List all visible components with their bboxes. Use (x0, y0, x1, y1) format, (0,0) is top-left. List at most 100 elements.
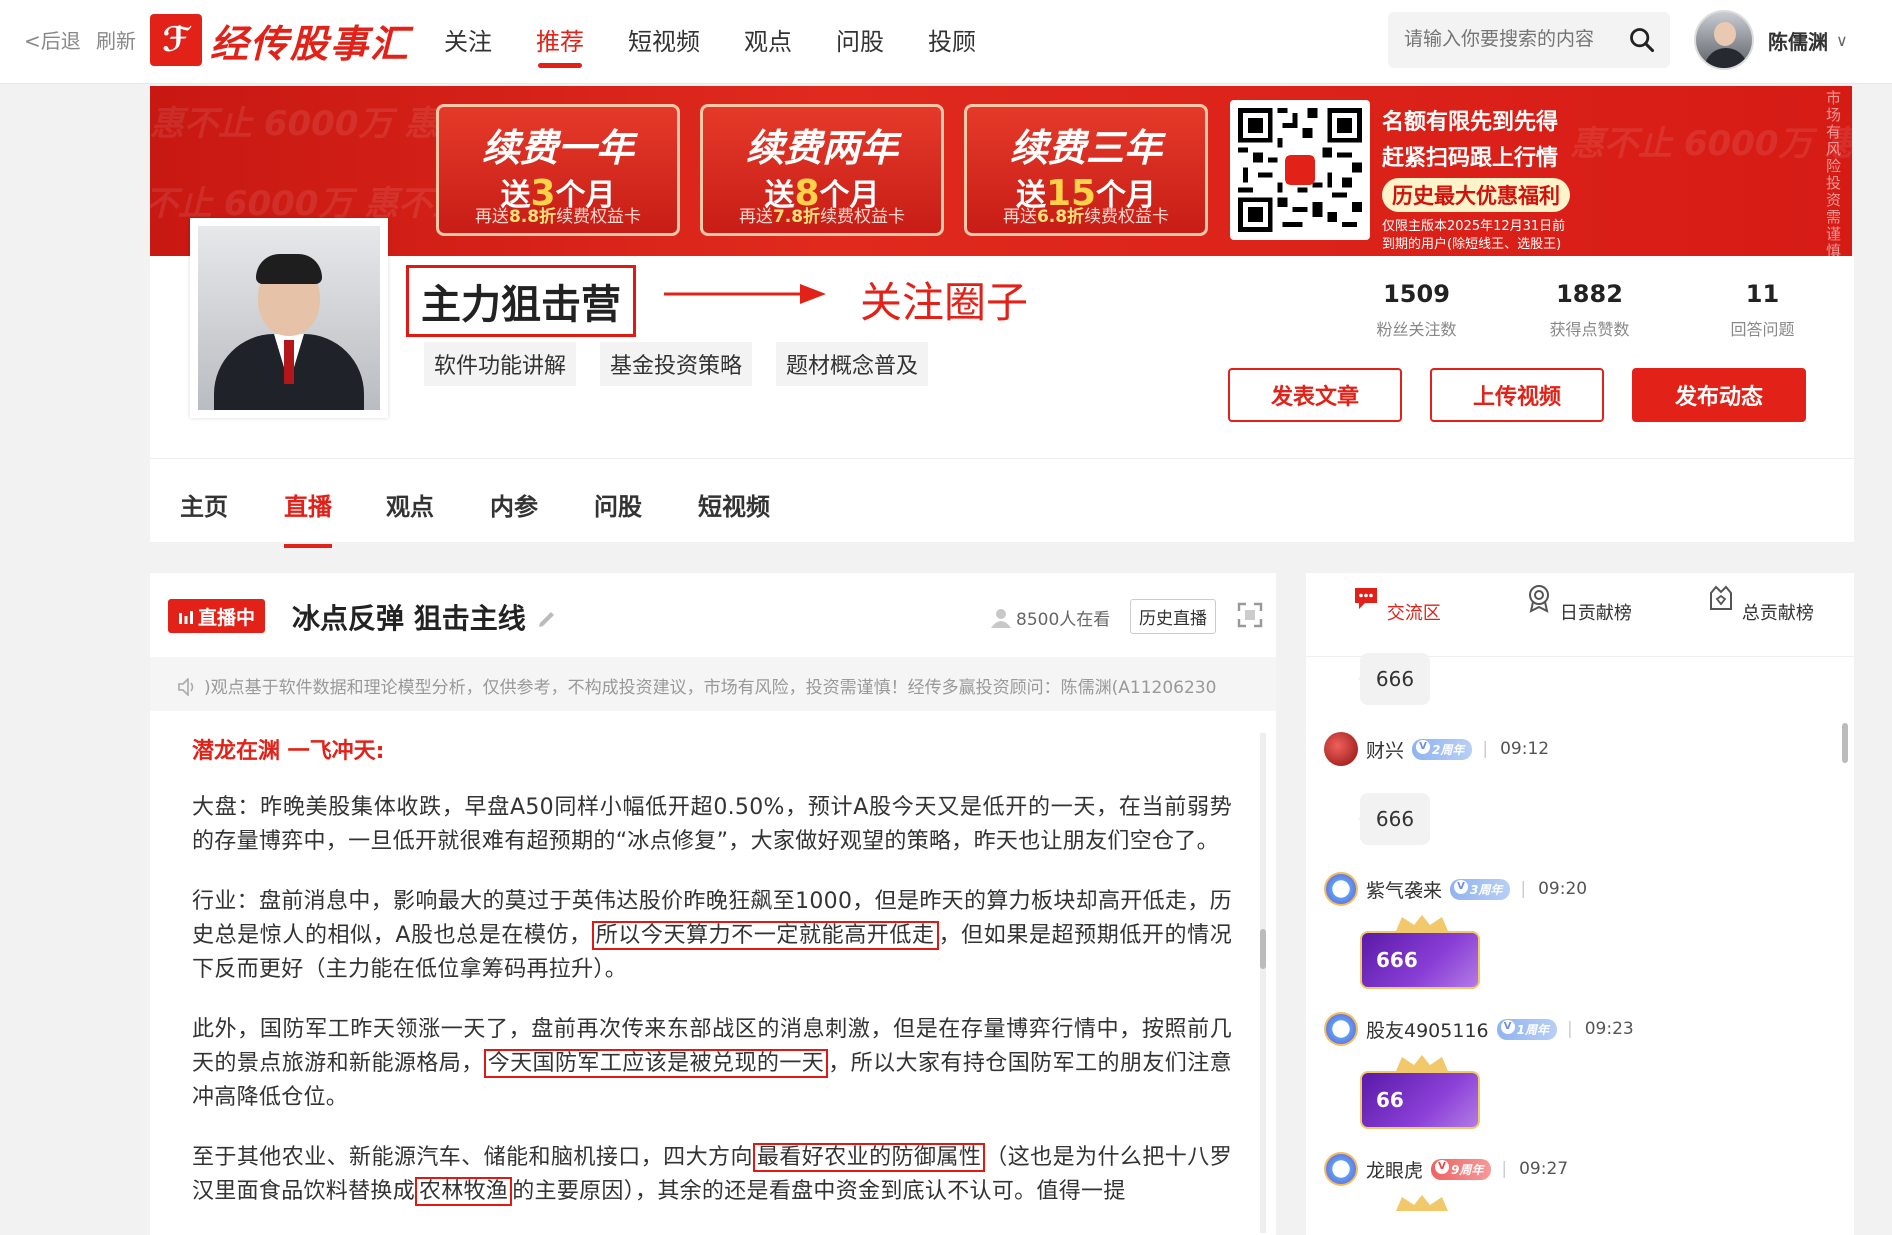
user-avatar[interactable] (1324, 872, 1358, 906)
user-name: 陈儒渊 (1768, 29, 1828, 54)
banner-risk-text: 市场有风险投资需谨慎 (1826, 89, 1842, 257)
extra-pre: 再送 (474, 207, 509, 227)
viewer-count-text: 8500人在看 (1016, 610, 1111, 630)
promo-card-2year[interactable]: 续费两年 送8个月 再送7.8折续费权益卡 (700, 104, 944, 236)
person-icon (991, 609, 1011, 628)
nav-advisor[interactable]: 投顾 (928, 22, 976, 64)
highlight-box: 最看好农业的防御属性 (752, 1143, 986, 1172)
stat-number: 11 (1745, 280, 1780, 308)
chat-message-bubble: 666 (1358, 653, 1430, 705)
stat-label: 粉丝关注数 (1376, 320, 1457, 339)
article-scrollbar[interactable] (1260, 733, 1266, 1233)
profile-tag[interactable]: 基金投资策略 (600, 342, 753, 386)
article-subheading: 潜龙在渊 一飞冲天: (192, 739, 385, 764)
extra-pre: 再送 (1002, 207, 1037, 227)
site-logo[interactable]: ℱ 经传股事汇 (150, 12, 410, 68)
extra-post: 续费权益卡 (556, 207, 642, 227)
user-avatar[interactable] (1324, 732, 1358, 766)
profile-photo (190, 218, 388, 418)
chevron-down-icon[interactable]: ∨ (1836, 31, 1848, 50)
profile-name[interactable]: 主力狙击营 (406, 265, 636, 337)
main-nav: 关注 推荐 短视频 观点 问股 投顾 (444, 22, 1020, 68)
edit-pencil-icon[interactable] (536, 606, 558, 628)
refresh-button[interactable]: 刷新 (96, 25, 136, 54)
upload-video-button[interactable]: 上传视频 (1430, 368, 1604, 422)
banner-note: 名额有限先到先得 赶紧扫码跟上行情 历史最大优惠福利 仅限主版本2025年12月… (1382, 104, 1570, 254)
membership-badge: 3周年 (1450, 878, 1511, 900)
extra-rate: 6.8折 (1036, 207, 1085, 227)
search-icon[interactable] (1628, 26, 1656, 54)
profile-tag[interactable]: 软件功能讲解 (424, 342, 577, 386)
banner-line2: 赶紧扫码跟上行情 (1382, 146, 1559, 171)
user-avatar[interactable] (1324, 1152, 1358, 1186)
chat-panel: 交流区 日贡献榜 总贡献榜 666 财兴 2周年 09:12 666 紫气袭来 … (1306, 573, 1854, 1235)
profile-tag[interactable]: 题材概念普及 (776, 342, 929, 386)
membership-badge: 9周年 (1431, 1158, 1492, 1180)
nav-short-video[interactable]: 短视频 (628, 22, 700, 64)
back-button[interactable]: <后退 (24, 25, 81, 54)
user-avatar[interactable] (1324, 1012, 1358, 1046)
stat-label: 获得点赞数 (1549, 320, 1630, 339)
tab-short-video[interactable]: 短视频 (698, 487, 770, 522)
nav-ask-stock[interactable]: 问股 (836, 22, 884, 64)
tab-chat[interactable]: 交流区 (1336, 583, 1456, 659)
stat-answers: 11 回答问题 (1676, 280, 1849, 340)
stat-likes: 1882 获得点赞数 (1503, 280, 1676, 340)
extra-pre: 再送 (738, 207, 773, 227)
chat-message-header: 紫气袭来 3周年 09:20 (1324, 871, 1587, 907)
qr-code-icon[interactable] (1230, 100, 1370, 240)
article-paragraph: 大盘：昨晚美股集体收跌，早盘A50同样小幅低开超0.50%，预计A股今天又是低开… (192, 795, 1232, 854)
nav-tuijian[interactable]: 推荐 (536, 22, 584, 68)
nav-viewpoint[interactable]: 观点 (744, 22, 792, 64)
banner-pill: 历史最大优惠福利 (1382, 178, 1570, 212)
live-title-text: 冰点反弹 狙击主线 (292, 602, 526, 635)
tab-viewpoint[interactable]: 观点 (386, 487, 434, 522)
banner-note2: 到期的用户(除短线王、选股王) (1382, 237, 1562, 252)
promo-card-extra: 再送8.8折续费权益卡 (439, 202, 677, 227)
highlight-box: 今天国防军工应该是被兑现的一天 (483, 1049, 829, 1078)
chat-user-name[interactable]: 龙眼虎 (1366, 1156, 1423, 1183)
search-input[interactable] (1388, 12, 1618, 68)
tab-live[interactable]: 直播 (284, 487, 332, 548)
search-box (1388, 12, 1670, 68)
live-title: 冰点反弹 狙击主线 (292, 597, 558, 637)
tab-ask-stock[interactable]: 问股 (594, 487, 642, 522)
chat-time: 09:20 (1520, 879, 1587, 899)
stat-label: 回答问题 (1730, 320, 1795, 339)
user-menu[interactable]: 陈儒渊 ∨ (1694, 10, 1848, 70)
tab-daily-contribution[interactable]: 日贡献榜 (1518, 583, 1638, 625)
history-live-button[interactable]: 历史直播 (1130, 599, 1216, 634)
article-paragraph: 此外，国防军工昨天领涨一天了，盘前再次传来东部战区的消息刺激，但是在存量博弈行情… (192, 1013, 1232, 1115)
promo-card-extra: 再送7.8折续费权益卡 (703, 202, 941, 227)
chat-time: 09:23 (1567, 1019, 1634, 1039)
chat-scrollbar[interactable] (1842, 723, 1848, 763)
banner-line1: 名额有限先到先得 (1382, 110, 1559, 135)
profile-stats: 1509 粉丝关注数 1882 获得点赞数 11 回答问题 (1330, 280, 1849, 340)
chat-user-name[interactable]: 紫气袭来 (1366, 876, 1442, 903)
tab-insider[interactable]: 内参 (490, 487, 538, 522)
extra-post: 续费权益卡 (1084, 207, 1170, 227)
promo-banner[interactable]: 惠不止 6000万 惠不止 优惠不止 惠不止 6000万 惠不止 优惠不止 惠不… (150, 86, 1852, 256)
crown-icon (1396, 1055, 1448, 1071)
chat-user-name[interactable]: 股友4905116 (1366, 1016, 1489, 1043)
logo-mark-icon: ℱ (150, 14, 202, 66)
nav-guanzhu[interactable]: 关注 (444, 22, 492, 64)
promo-card-3year[interactable]: 续费三年 送15个月 再送6.8折续费权益卡 (964, 104, 1208, 236)
promo-card-title: 续费两年 (745, 126, 898, 170)
fullscreen-icon[interactable] (1236, 601, 1264, 629)
scrollbar-thumb[interactable] (1260, 929, 1266, 969)
stat-fans: 1509 粉丝关注数 (1330, 280, 1503, 340)
arrow-right-icon (664, 284, 826, 304)
publish-post-button[interactable]: 发布动态 (1632, 368, 1806, 422)
viewer-count: 8500人在看 (990, 605, 1110, 630)
tab-home[interactable]: 主页 (180, 487, 228, 522)
publish-article-button[interactable]: 发表文章 (1228, 368, 1402, 422)
top-bar: <后退 刷新 ℱ 经传股事汇 关注 推荐 短视频 观点 问股 投顾 陈儒渊 ∨ (0, 0, 1892, 84)
user-avatar[interactable] (1694, 10, 1754, 70)
tab-total-contribution[interactable]: 总贡献榜 (1700, 583, 1820, 625)
chat-user-name[interactable]: 财兴 (1366, 736, 1404, 763)
profile-card: 主力狙击营 关注圈子 软件功能讲解 基金投资策略 题材概念普及 1509 粉丝关注… (150, 218, 1854, 458)
highlight-box: 所以今天算力不一定就能高开低走 (591, 921, 939, 950)
promo-card-1year[interactable]: 续费一年 送3个月 再送8.8折续费权益卡 (436, 104, 680, 236)
text-segment: 至于其他农业、新能源汽车、储能和脑机接口，四大方向 (192, 1145, 753, 1170)
